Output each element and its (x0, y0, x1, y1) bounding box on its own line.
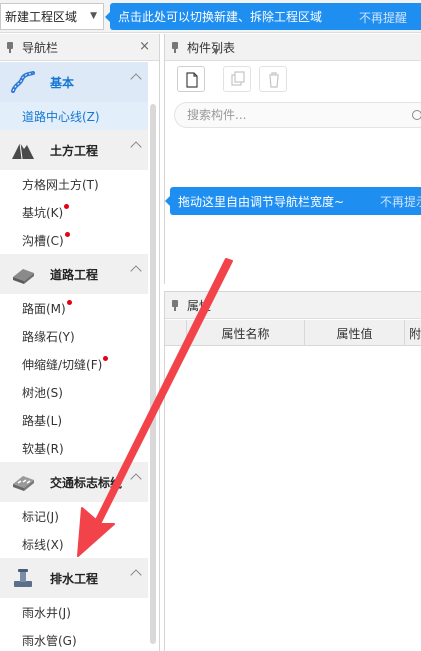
nav-category-label: 排水工程 (50, 571, 99, 586)
nav-item-grid-earthwork[interactable]: 方格网土方(T) (0, 170, 148, 198)
component-toolbar: ▼ (165, 47, 421, 97)
component-search-box (174, 102, 421, 128)
nav-item-rain-well[interactable]: 雨水井(J) (0, 598, 148, 626)
earthwork-icon (10, 139, 36, 161)
nav-item-label: 标线(X) (22, 537, 64, 552)
chevron-down-icon: ▼ (90, 11, 97, 21)
nav-category-earthwork[interactable]: 土方工程 (0, 130, 148, 170)
traffic-sign-icon (10, 471, 36, 493)
navigation-panel-title: 导航栏 (22, 40, 59, 55)
component-list-title: 构件列表 (187, 40, 236, 55)
component-search-input[interactable] (187, 108, 397, 122)
navigation-tree: 基本 道路中心线(Z) 土方工程 方格网土方(T) 基坑(K) 沟槽(C) 道路… (0, 62, 148, 651)
nav-item-subgrade[interactable]: 路基(L) (0, 406, 148, 434)
top-bar: 新建工程区域 ▼ 点击此处可以切换新建、拆除工程区域 不再提醒 (0, 0, 421, 33)
project-region-select-value: 新建工程区域 (5, 10, 78, 24)
nav-item-tree-pit[interactable]: 树池(S) (0, 378, 148, 406)
properties-title: 属性 (187, 298, 212, 313)
nav-item-label: 道路中心线(Z) (22, 109, 100, 124)
nav-category-road-engineering[interactable]: 道路工程 (0, 254, 148, 294)
component-list-header: 构件列表 (165, 34, 421, 61)
properties-index-column (165, 320, 187, 346)
nav-item-label: 雨水管(G) (22, 633, 77, 648)
nav-item-rain-pipe[interactable]: 雨水管(G) (0, 626, 148, 651)
nav-item-trench[interactable]: 沟槽(C) (0, 226, 148, 254)
nav-category-basic[interactable]: 基本 (0, 62, 148, 102)
new-badge (103, 355, 109, 361)
nav-category-drainage[interactable]: 排水工程 (0, 558, 148, 598)
nav-item-label: 雨水井(J) (22, 605, 71, 620)
navigation-panel: 导航栏 × 基本 道路中心线(Z) 土方工程 方格网土方(T) 基坑(K) 沟槽… (0, 34, 160, 651)
nav-category-traffic-signs[interactable]: 交通标志标线 (0, 462, 148, 502)
chevron-up-icon[interactable] (130, 141, 142, 153)
nav-width-drag-tip: 拖动这里自由调节导航栏宽度~ 不再提示 (165, 187, 421, 215)
search-icon[interactable] (412, 110, 421, 120)
chevron-up-icon[interactable] (130, 73, 142, 85)
drainage-icon (10, 567, 36, 589)
new-badge (64, 231, 70, 237)
region-tip-text: 点击此处可以切换新建、拆除工程区域 (118, 10, 323, 24)
nav-item-pavement[interactable]: 路面(M) (0, 294, 148, 322)
road-engineering-icon (10, 263, 36, 285)
new-badge (64, 203, 70, 209)
region-tip-dismiss-button[interactable]: 不再提醒 (359, 9, 407, 26)
drag-tip-dismiss-button[interactable]: 不再提示 (380, 193, 421, 210)
nav-item-label: 方格网土方(T) (22, 177, 99, 192)
nav-item-marking[interactable]: 标记(J) (0, 502, 148, 530)
nav-item-label: 路缘石(Y) (22, 329, 75, 344)
nav-item-label: 沟槽(C) (22, 233, 64, 248)
copy-icon (231, 71, 245, 86)
chevron-down-icon[interactable]: ▼ (213, 47, 219, 56)
new-file-icon (186, 72, 198, 88)
nav-item-curb[interactable]: 路缘石(Y) (0, 322, 148, 350)
nav-item-label: 软基(R) (22, 441, 64, 456)
nav-item-soft-foundation[interactable]: 软基(R) (0, 434, 148, 462)
nav-item-label: 基坑(K) (22, 205, 64, 220)
nav-category-label: 道路工程 (50, 267, 99, 282)
new-component-button[interactable] (177, 66, 205, 92)
road-centerline-icon (10, 71, 36, 93)
properties-extra-column: 附 (409, 326, 421, 341)
project-region-select[interactable]: 新建工程区域 ▼ (0, 3, 104, 30)
properties-table-header: 属性名称 属性值 附 (165, 320, 421, 346)
properties-header: 属性 (165, 292, 421, 319)
nav-item-foundation-pit[interactable]: 基坑(K) (0, 198, 148, 226)
nav-item-label: 伸缩缝/切缝(F) (22, 357, 103, 372)
chevron-up-icon[interactable] (130, 473, 142, 485)
drag-tip-text: 拖动这里自由调节导航栏宽度~ (178, 194, 345, 209)
region-tip-banner: 点击此处可以切换新建、拆除工程区域 不再提醒 (105, 3, 421, 30)
navigation-scrollbar[interactable] (150, 104, 156, 644)
navigation-panel-header: 导航栏 × (0, 34, 159, 61)
nav-category-label: 土方工程 (50, 143, 99, 158)
nav-item-label: 路面(M) (22, 301, 66, 316)
nav-item-label: 标记(J) (22, 509, 59, 524)
properties-name-column: 属性名称 (187, 320, 305, 346)
pin-icon[interactable] (171, 299, 179, 311)
nav-item-road-centerline[interactable]: 道路中心线(Z) (0, 102, 148, 130)
chevron-up-icon[interactable] (130, 265, 142, 277)
properties-value-column: 属性值 (305, 320, 405, 346)
component-list-panel: 构件列表 ▼ (164, 34, 421, 284)
nav-item-label: 路基(L) (22, 413, 63, 428)
pin-icon[interactable] (171, 41, 179, 53)
nav-category-label: 交通标志标线 (50, 475, 123, 490)
nav-item-label: 树池(S) (22, 385, 63, 400)
nav-item-road-line[interactable]: 标线(X) (0, 530, 148, 558)
pin-icon[interactable] (6, 41, 14, 53)
trash-icon (269, 72, 279, 88)
chevron-up-icon[interactable] (130, 569, 142, 581)
new-badge (66, 299, 72, 305)
properties-panel: 属性 属性名称 属性值 附 (164, 291, 421, 651)
nav-category-label: 基本 (50, 75, 75, 90)
delete-component-button[interactable] (259, 66, 287, 92)
copy-component-button[interactable] (223, 66, 251, 92)
nav-item-expansion-joint[interactable]: 伸缩缝/切缝(F) (0, 350, 148, 378)
close-icon[interactable]: × (139, 39, 150, 54)
